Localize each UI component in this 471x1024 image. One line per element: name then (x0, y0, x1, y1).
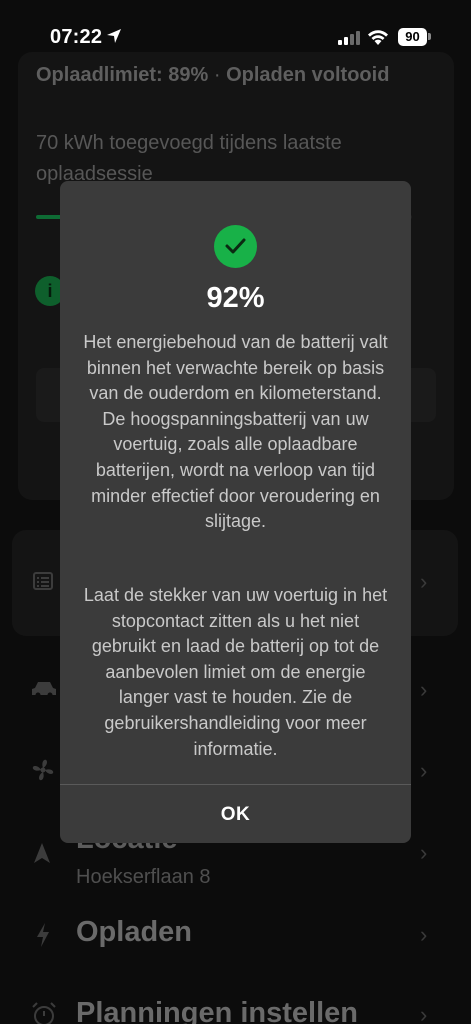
battery-icon: 90 (398, 28, 427, 46)
dialog-paragraph-2: Laat de stekker van uw voertuig in het s… (83, 585, 388, 759)
battery-tip (428, 33, 431, 40)
bolt-icon (37, 923, 49, 947)
alarm-clock-icon (32, 1002, 56, 1024)
battery-health-dialog: 92% Het energiebehoud van de batterij va… (60, 181, 411, 843)
location-arrow-icon (107, 29, 121, 43)
list-icon (33, 572, 53, 590)
location-address: Hoekserflaan 8 (76, 866, 211, 888)
checkmark-icon (214, 225, 257, 268)
chevron-right-icon: › (420, 758, 428, 783)
car-icon (32, 682, 56, 698)
chevron-right-icon: › (420, 677, 428, 702)
screen: 07:22 90 Oplaadlimiet: 89% · Opladen vol… (0, 0, 471, 1024)
signal-icon (338, 31, 360, 45)
schedules-menu-item[interactable]: Planningen instellen (76, 997, 358, 1024)
status-bar: 07:22 90 (0, 0, 471, 70)
chevron-right-icon: › (420, 922, 428, 947)
chevron-right-icon: › (420, 840, 428, 865)
chevron-right-icon: › (420, 1002, 428, 1024)
chevron-right-icon: › (420, 569, 428, 594)
battery-health-percent: 92% (206, 282, 265, 314)
ok-button[interactable]: OK (60, 785, 411, 843)
status-time: 07:22 (50, 26, 103, 48)
wifi-icon (368, 30, 388, 45)
charging-menu-item[interactable]: Opladen (76, 916, 192, 949)
navigation-icon (34, 843, 50, 863)
dialog-paragraph-1: Het energiebehoud van de batterij valt b… (83, 332, 388, 532)
fan-icon (32, 759, 54, 781)
